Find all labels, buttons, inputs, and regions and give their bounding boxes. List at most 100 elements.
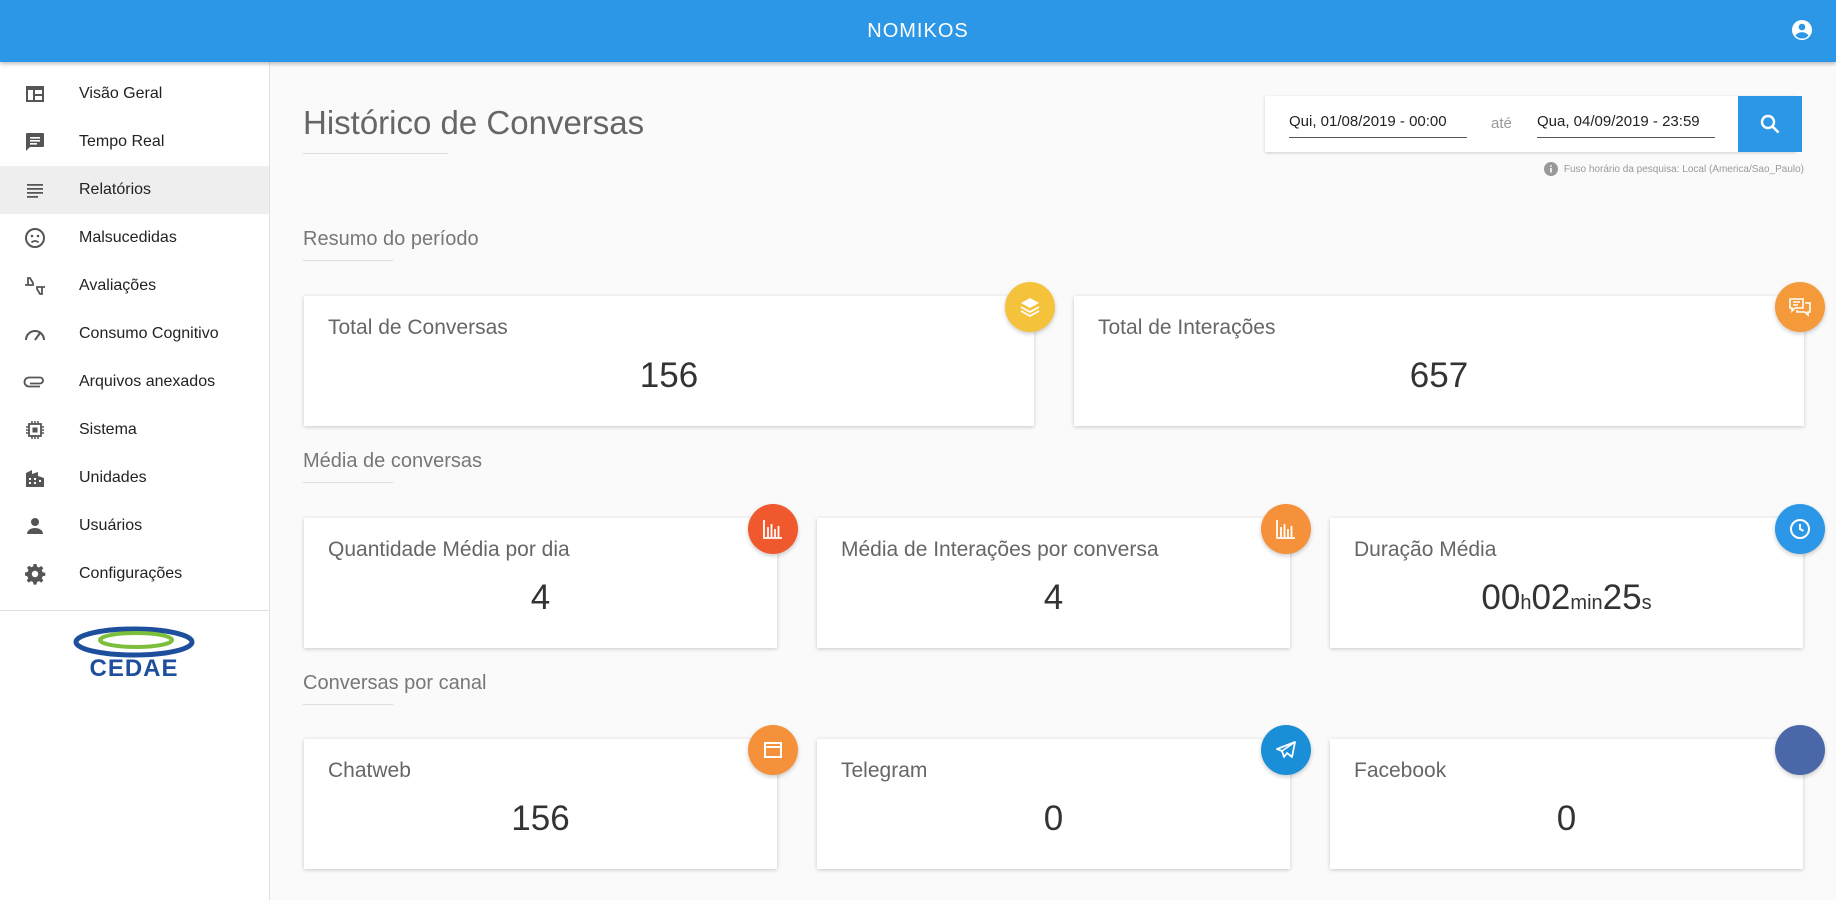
list-icon (27, 184, 43, 198)
sidebar-item-usuarios[interactable]: Usuários (0, 502, 269, 550)
facebook-icon (1775, 725, 1825, 775)
layers-icon (1020, 298, 1040, 318)
card-duracao-media: Duração Média 00h02min25s (1330, 518, 1803, 648)
badge-window (748, 725, 798, 775)
sidebar-divider (0, 610, 269, 611)
chat-icon (26, 133, 44, 151)
page-title: Histórico de Conversas (303, 104, 645, 141)
sidebar-item-label: Visão Geral (79, 85, 163, 102)
top-app-bar: NOMIKOS (0, 0, 1836, 62)
card-value: 657 (1409, 356, 1469, 395)
duration-hours-unit: h (1520, 592, 1532, 614)
account-circle-icon[interactable] (1790, 18, 1814, 42)
card-value: 156 (511, 799, 570, 838)
card-label: Duração Média (1354, 538, 1497, 561)
bar-chart-icon (1276, 520, 1295, 539)
duration-seconds: 25 (1602, 578, 1642, 617)
sad-face-icon (25, 228, 45, 248)
badge-chat-bubbles (1775, 282, 1825, 332)
gear-icon (25, 564, 46, 585)
card-label: Telegram (841, 759, 928, 782)
badge-telegram (1261, 725, 1311, 775)
sidebar-item-label: Tempo Real (79, 133, 165, 150)
speedometer-icon (25, 330, 45, 341)
card-label: Média de Interações por conversa (841, 538, 1159, 561)
sidebar-item-unidades[interactable]: Unidades (0, 454, 269, 502)
main-content: Histórico de Conversas Qui, 01/08/2019 -… (270, 62, 1836, 900)
sidebar-item-visao-geral[interactable]: Visão Geral (0, 70, 269, 118)
cedae-logo: CEDAE (73, 626, 195, 680)
sidebar-item-label: Avaliações (79, 277, 157, 294)
sidebar-item-label: Configurações (79, 565, 183, 582)
search-button[interactable] (1738, 96, 1802, 152)
section-underline (303, 260, 393, 261)
section-underline (303, 482, 393, 483)
card-facebook: Facebook 0 (1330, 739, 1803, 869)
card-media-interacoes: Média de Interações por conversa 4 (817, 518, 1290, 648)
card-value: 156 (639, 356, 699, 395)
attachment-icon (23, 376, 44, 388)
card-value: 0 (1556, 799, 1577, 838)
sidebar-item-label: Relatórios (79, 181, 152, 198)
card-label: Quantidade Média por dia (328, 538, 570, 561)
badge-bar-chart (748, 504, 798, 554)
card-quantidade-media: Quantidade Média por dia 4 (304, 518, 777, 648)
sidebar-item-label: Usuários (79, 517, 143, 534)
info-icon (1543, 162, 1558, 176)
sidebar-item-sistema[interactable]: Sistema (0, 406, 269, 454)
duration-value: 00h02min25s (1330, 578, 1803, 618)
sidebar-item-relatorios[interactable]: Relatórios (0, 166, 269, 214)
end-date-field[interactable]: Qua, 04/09/2019 - 23:59 (1537, 113, 1715, 138)
start-date-field[interactable]: Qui, 01/08/2019 - 00:00 (1289, 113, 1467, 138)
sidebar-item-configuracoes[interactable]: Configurações (0, 550, 269, 598)
thumbs-icon (25, 277, 45, 295)
sidebar-item-label: Consumo Cognitivo (79, 325, 219, 342)
badge-layers (1005, 282, 1055, 332)
card-label: Total de Interações (1098, 316, 1276, 339)
duration-seconds-unit: s (1641, 592, 1652, 614)
card-telegram: Telegram 0 (817, 739, 1290, 869)
title-underline (303, 153, 448, 154)
sidebar-item-arquivos-anexados[interactable]: Arquivos anexados (0, 358, 269, 406)
badge-bar-chart (1261, 504, 1311, 554)
duration-minutes: 02 (1531, 578, 1571, 617)
section-underline (303, 704, 393, 705)
chip-icon (26, 421, 44, 439)
timezone-text: Fuso horário da pesquisa: Local (America… (1563, 163, 1804, 175)
bar-chart-icon (763, 520, 782, 539)
svg-text:CEDAE: CEDAE (89, 655, 178, 680)
clock-icon (1790, 519, 1810, 539)
app-title: NOMIKOS (867, 20, 969, 42)
duration-hours: 00 (1481, 578, 1521, 617)
sidebar-item-avaliacoes[interactable]: Avaliações (0, 262, 269, 310)
section-title-resumo: Resumo do período (303, 228, 479, 250)
window-icon (764, 742, 782, 758)
card-value: 4 (530, 578, 551, 617)
person-icon (27, 518, 43, 534)
sidebar: Visão Geral Tempo Real Relatórios Malsuc… (0, 62, 270, 900)
search-icon (1760, 114, 1780, 134)
badge-clock (1775, 504, 1825, 554)
sidebar-item-tempo-real[interactable]: Tempo Real (0, 118, 269, 166)
card-value: 4 (1043, 578, 1064, 617)
date-separator-label: até (1491, 115, 1512, 132)
chat-bubbles-icon (1789, 298, 1811, 317)
card-total-interacoes: Total de Interações 657 (1074, 296, 1804, 426)
section-title-canal: Conversas por canal (303, 672, 487, 694)
building-icon (26, 470, 44, 487)
sidebar-item-malsucedidas[interactable]: Malsucedidas (0, 214, 269, 262)
section-title-media: Média de conversas (303, 450, 482, 472)
card-label: Chatweb (328, 759, 411, 782)
sidebar-item-label: Arquivos anexados (79, 373, 216, 390)
sidebar-nav: Visão Geral Tempo Real Relatórios Malsuc… (0, 62, 269, 598)
sidebar-item-consumo-cognitivo[interactable]: Consumo Cognitivo (0, 310, 269, 358)
timezone-note: Fuso horário da pesquisa: Local (America… (1543, 162, 1804, 176)
sidebar-item-label: Sistema (79, 421, 137, 438)
card-total-conversas: Total de Conversas 156 (304, 296, 1034, 426)
date-range-panel: Qui, 01/08/2019 - 00:00 até Qua, 04/09/2… (1265, 96, 1796, 152)
duration-minutes-unit: min (1570, 592, 1603, 614)
card-label: Total de Conversas (328, 316, 508, 339)
dashboard-icon (26, 86, 44, 102)
card-label: Facebook (1354, 759, 1447, 782)
card-value: 0 (1043, 799, 1064, 838)
